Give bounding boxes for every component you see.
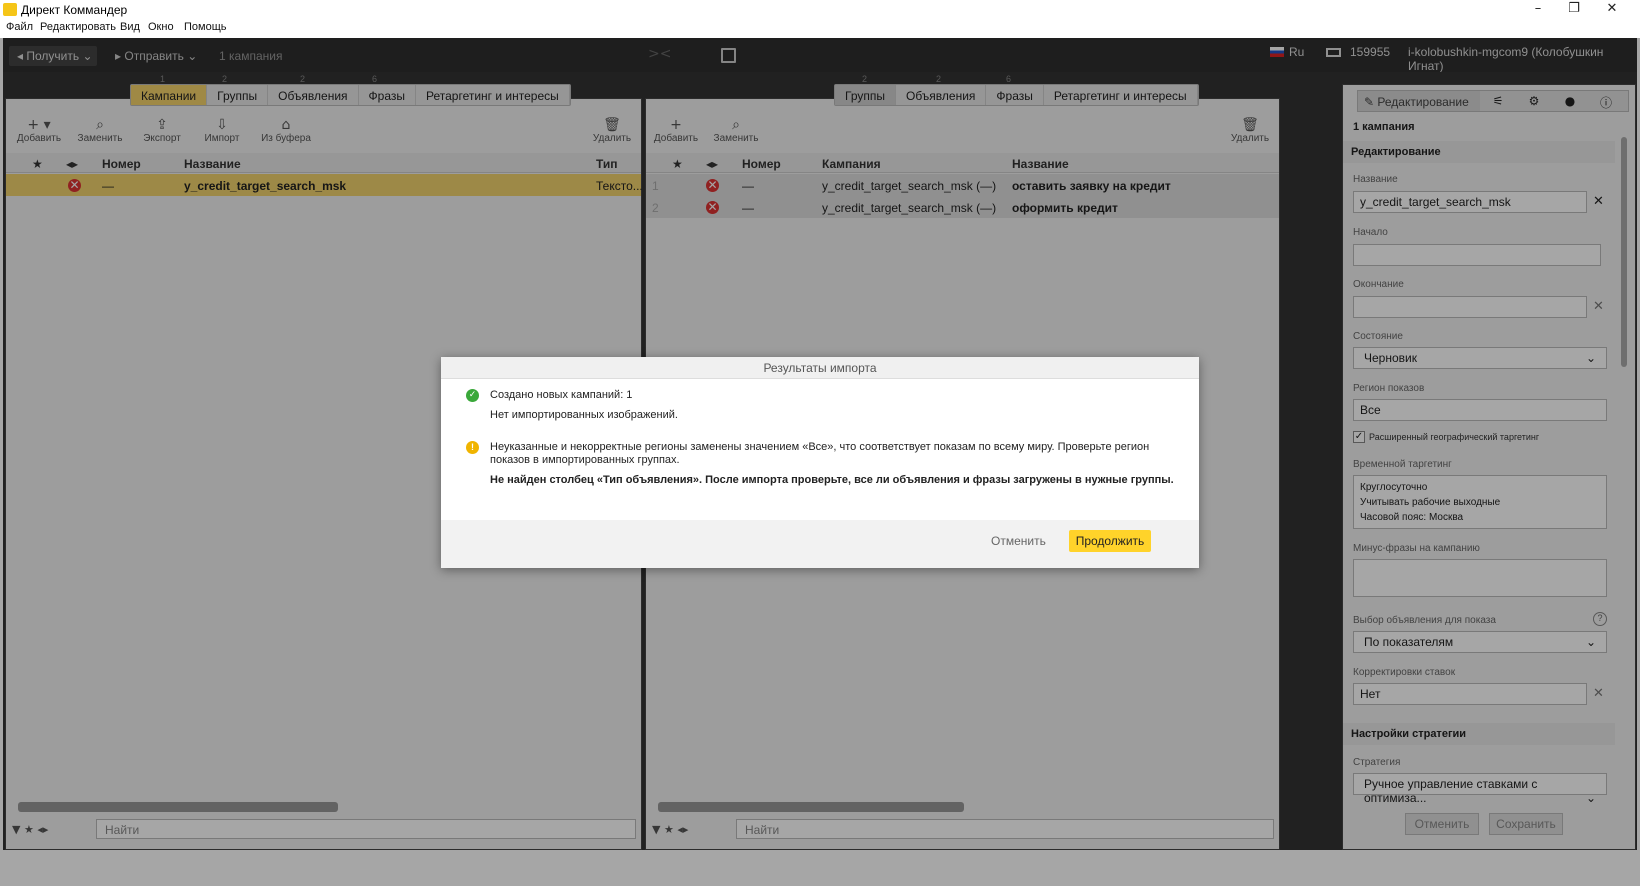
no-images-message: Нет импортированных изображений. — [490, 409, 678, 421]
window-title: Директ Коммандер — [21, 3, 128, 17]
warning-icon: ! — [466, 441, 479, 454]
continue-button[interactable]: Продолжить — [1069, 530, 1151, 552]
dialog-title: Результаты импорта — [441, 357, 1199, 379]
restore-button[interactable]: ❐ — [1554, 0, 1594, 20]
dialog-cancel-button[interactable]: Отменить — [991, 534, 1046, 548]
title-bar: Директ Коммандер – ❐ ✕ — [0, 0, 1640, 20]
minimize-button[interactable]: – — [1518, 0, 1558, 20]
bold-warning: Не найден столбец «Тип объявления». Посл… — [490, 474, 1174, 486]
menu-view[interactable]: Вид — [120, 21, 140, 33]
menu-file[interactable]: Файл — [6, 21, 33, 33]
created-message: Создано новых кампаний: 1 — [490, 389, 633, 401]
menu-bar: Файл Редактировать Вид Окно Помощь — [0, 20, 1640, 38]
warning-line-1: Неуказанные и некорректные регионы замен… — [490, 441, 1150, 453]
menu-window[interactable]: Окно — [148, 21, 174, 33]
check-icon: ✓ — [466, 389, 479, 402]
warning-line-2: показов в импортированных группах. — [490, 454, 680, 466]
menu-help[interactable]: Помощь — [184, 21, 227, 33]
app-logo-icon — [3, 3, 17, 16]
close-window-button[interactable]: ✕ — [1592, 0, 1632, 20]
import-results-dialog: Результаты импорта ✓ Создано новых кампа… — [441, 357, 1199, 568]
dialog-footer: Отменить Продолжить — [441, 520, 1199, 568]
menu-edit[interactable]: Редактировать — [40, 21, 116, 33]
